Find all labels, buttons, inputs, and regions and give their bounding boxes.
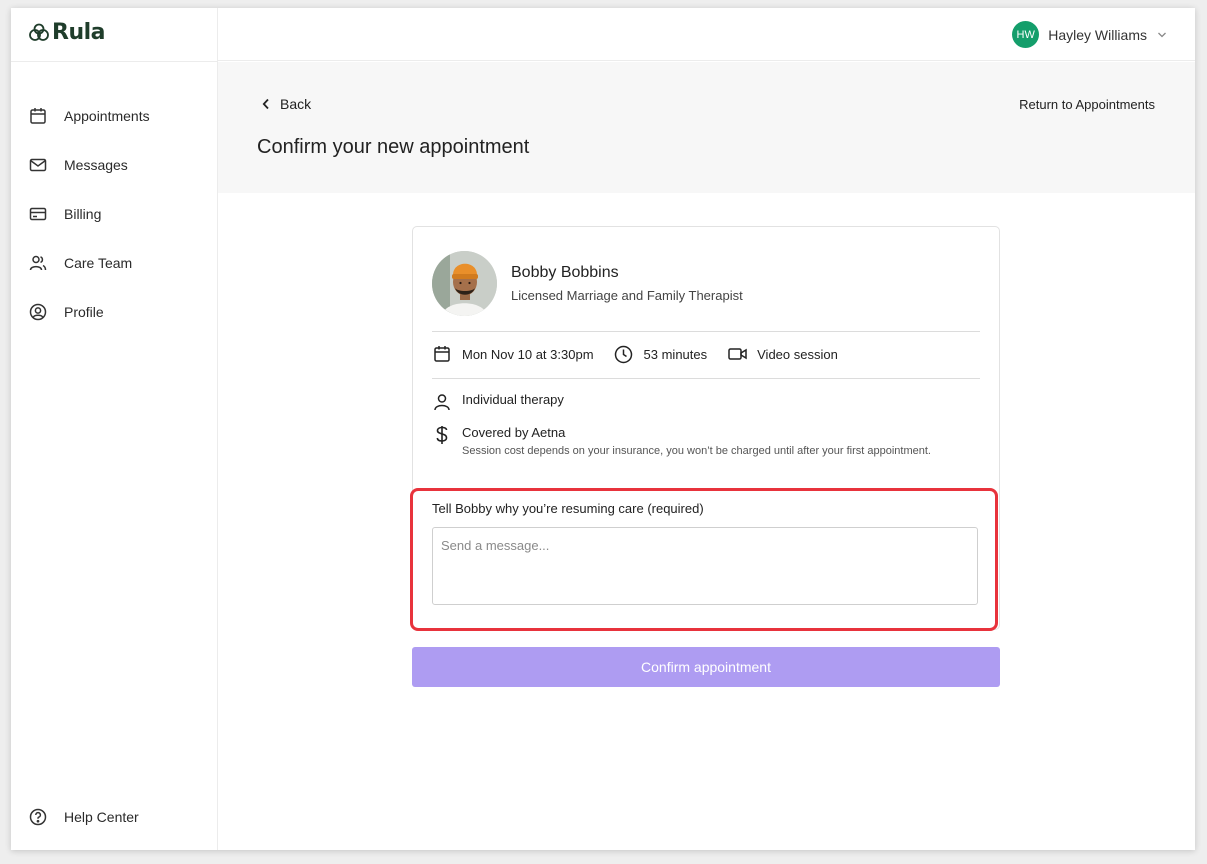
rula-logo-icon	[29, 23, 49, 41]
people-icon	[28, 253, 48, 273]
calendar-icon	[432, 344, 452, 364]
appointment-duration: 53 minutes	[614, 344, 708, 364]
clock-icon	[614, 344, 634, 364]
sidebar-item-label: Appointments	[64, 107, 150, 124]
coverage-note: Session cost depends on your insurance, …	[462, 445, 931, 457]
therapist-text: Bobby Bobbins Licensed Marriage and Fami…	[511, 264, 743, 303]
help-center-label: Help Center	[64, 809, 139, 825]
sidebar-item-help-center[interactable]: Help Center	[11, 802, 218, 832]
back-label: Back	[280, 96, 312, 112]
sidebar-item-billing[interactable]: Billing	[11, 189, 218, 238]
credit-card-icon	[28, 204, 48, 224]
user-circle-icon	[28, 302, 48, 322]
back-button[interactable]: Back	[262, 96, 311, 112]
coverage-text: Covered by Aetna	[462, 425, 566, 440]
card-divider	[432, 331, 980, 332]
sidebar-item-care-team[interactable]: Care Team	[11, 238, 218, 287]
user-menu[interactable]: HW Hayley Williams	[1012, 21, 1167, 48]
therapy-type-text: Individual therapy	[462, 392, 564, 407]
help-circle-icon	[28, 807, 48, 827]
therapist-photo	[432, 251, 497, 316]
session-type-text: Video session	[757, 346, 838, 362]
sidebar-item-label: Profile	[64, 303, 104, 320]
person-icon	[432, 392, 452, 412]
appointment-session-type: Video session	[727, 344, 838, 364]
appointment-card: Bobby Bobbins Licensed Marriage and Fami…	[412, 226, 1000, 630]
sidebar-item-label: Messages	[64, 156, 128, 173]
logo[interactable]: Rula	[27, 20, 106, 45]
page-header: Back Return to Appointments Confirm your…	[218, 62, 1195, 193]
logo-text: Rula	[52, 20, 106, 45]
sidebar-item-label: Billing	[64, 205, 102, 222]
message-input[interactable]	[432, 527, 978, 605]
top-bar: HW Hayley Williams	[218, 8, 1195, 61]
dollar-icon	[432, 425, 452, 445]
sidebar-item-profile[interactable]: Profile	[11, 287, 218, 336]
appointment-date: Mon Nov 10 at 3:30pm	[432, 344, 594, 364]
video-camera-icon	[727, 344, 747, 364]
therapist-name: Bobby Bobbins	[511, 264, 619, 281]
sidebar: Rula Appointments Messages Billing Care …	[11, 8, 218, 850]
chevron-left-icon	[262, 98, 269, 110]
therapist-role: Licensed Marriage and Family Therapist	[511, 288, 743, 303]
sidebar-item-messages[interactable]: Messages	[11, 140, 218, 189]
sidebar-divider	[11, 61, 218, 62]
therapist-info: Bobby Bobbins Licensed Marriage and Fami…	[432, 251, 743, 316]
sidebar-item-appointments[interactable]: Appointments	[11, 91, 218, 140]
chevron-down-icon	[1158, 32, 1166, 37]
card-divider	[432, 378, 980, 379]
calendar-icon	[28, 106, 48, 126]
sidebar-nav: Appointments Messages Billing Care Team …	[11, 91, 218, 336]
confirm-appointment-button[interactable]: Confirm appointment	[412, 647, 1000, 687]
therapy-type-row: Individual therapy	[432, 392, 564, 412]
message-label: Tell Bobby why you’re resuming care (req…	[432, 501, 704, 516]
sidebar-item-label: Care Team	[64, 254, 133, 271]
user-name: Hayley Williams	[1048, 26, 1147, 43]
mail-icon	[28, 155, 48, 175]
coverage-text-group: Covered by Aetna Session cost depends on…	[462, 425, 932, 459]
date-time-text: Mon Nov 10 at 3:30pm	[462, 346, 594, 362]
duration-text: 53 minutes	[643, 346, 708, 362]
coverage-row: Covered by Aetna Session cost depends on…	[432, 425, 932, 459]
page-title: Confirm your new appointment	[257, 136, 530, 158]
app-window: Rula Appointments Messages Billing Care …	[11, 8, 1195, 850]
avatar: HW	[1012, 21, 1040, 48]
return-to-appointments-link[interactable]: Return to Appointments	[1019, 97, 1155, 112]
appointment-meta: Mon Nov 10 at 3:30pm 53 minutes Video se…	[432, 344, 858, 364]
